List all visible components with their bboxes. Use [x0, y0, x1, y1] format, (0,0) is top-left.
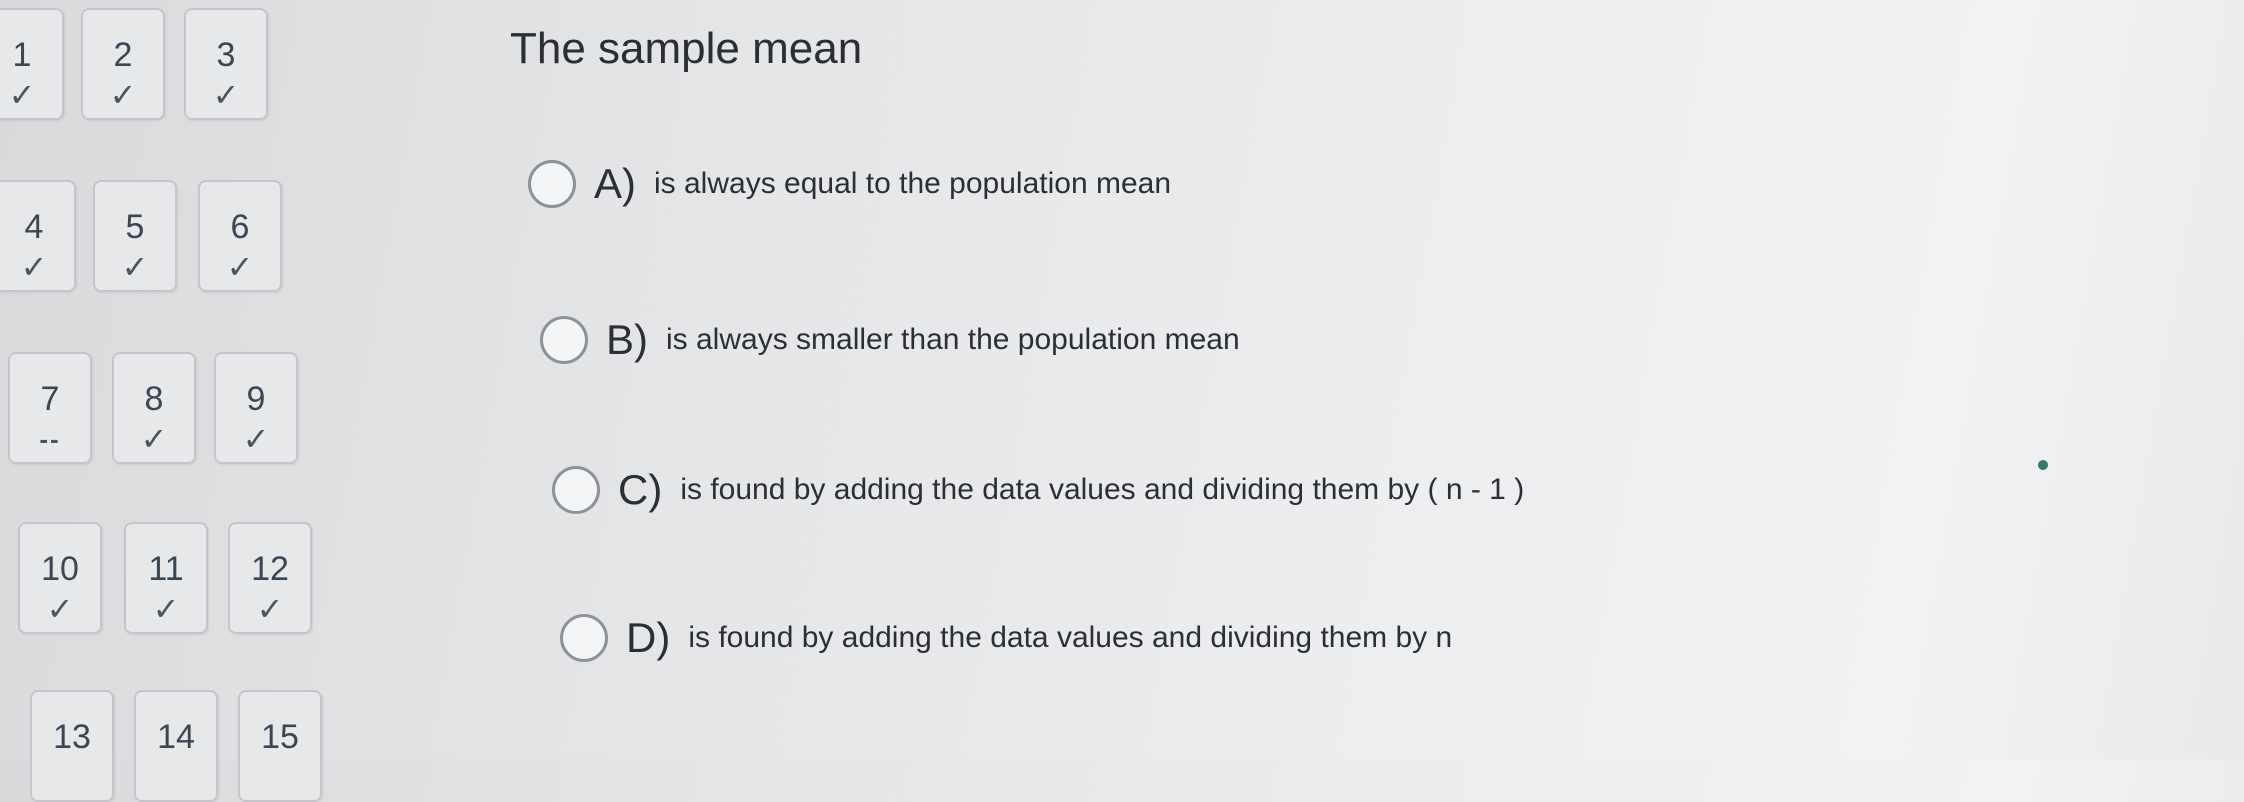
- option-letter: D): [626, 614, 671, 661]
- question-tile-8[interactable]: 8 ✓: [112, 352, 196, 464]
- question-number: 11: [148, 550, 184, 588]
- question-navigator: 1 ✓ 2 ✓ 3 ✓ 4 ✓ 5 ✓ 6 ✓ 7 -- 8 ✓ 9 ✓ 10 …: [0, 0, 322, 802]
- question-tile-5[interactable]: 5 ✓: [93, 180, 177, 292]
- answered-check-icon: ✓: [256, 591, 284, 627]
- question-number: 2: [113, 36, 133, 74]
- answered-check-icon: ✓: [140, 421, 168, 457]
- question-number: 13: [53, 718, 91, 756]
- unanswered-dash-icon: --: [39, 424, 61, 454]
- question-tile-3[interactable]: 3 ✓: [184, 8, 268, 120]
- answered-check-icon: ✓: [46, 591, 74, 627]
- answered-check-icon: ✓: [109, 77, 137, 113]
- question-tile-10[interactable]: 10 ✓: [18, 522, 102, 634]
- question-title: The sample mean: [510, 24, 863, 73]
- question-number: 6: [230, 208, 250, 246]
- answered-check-icon: ✓: [242, 421, 270, 457]
- question-tile-4[interactable]: 4 ✓: [0, 180, 76, 292]
- option-b[interactable]: B) is always smaller than the population…: [540, 312, 1240, 368]
- option-text: is found by adding the data values and d…: [688, 621, 1453, 654]
- question-tile-2[interactable]: 2 ✓: [81, 8, 165, 120]
- option-letter: B): [606, 316, 648, 363]
- option-letter: A): [594, 160, 636, 207]
- radio-button-icon[interactable]: [560, 614, 608, 662]
- answered-check-icon: ✓: [152, 591, 180, 627]
- question-tile-1[interactable]: 1 ✓: [0, 8, 64, 120]
- radio-button-icon[interactable]: [528, 160, 576, 208]
- answered-check-icon: ✓: [212, 77, 240, 113]
- option-a[interactable]: A) is always equal to the population mea…: [528, 156, 1171, 212]
- question-tile-15[interactable]: 15: [238, 690, 322, 802]
- option-letter: C): [618, 466, 663, 513]
- radio-button-icon[interactable]: [552, 466, 600, 514]
- option-d[interactable]: D) is found by adding the data values an…: [560, 610, 1452, 666]
- option-text: is found by adding the data values and d…: [680, 473, 1525, 506]
- answered-check-icon: ✓: [8, 77, 36, 113]
- status-mark: [136, 762, 216, 792]
- question-number: 1: [12, 36, 32, 74]
- question-tile-9[interactable]: 9 ✓: [214, 352, 298, 464]
- question-number: 7: [40, 380, 60, 418]
- question-number: 10: [41, 550, 79, 588]
- question-number: 4: [24, 208, 44, 246]
- question-tile-7[interactable]: 7 --: [8, 352, 92, 464]
- option-c[interactable]: C) is found by adding the data values an…: [552, 462, 1524, 518]
- status-mark: [32, 762, 112, 792]
- option-text: is always smaller than the population me…: [666, 323, 1240, 356]
- question-number: 3: [216, 36, 236, 74]
- question-number: 8: [144, 380, 164, 418]
- option-text: is always equal to the population mean: [654, 167, 1172, 200]
- question-tile-12[interactable]: 12 ✓: [228, 522, 312, 634]
- question-tile-13[interactable]: 13: [30, 690, 114, 802]
- question-number: 5: [125, 208, 145, 246]
- radio-button-icon[interactable]: [540, 316, 588, 364]
- cursor-dot-icon: [2038, 460, 2048, 470]
- answered-check-icon: ✓: [121, 249, 149, 285]
- question-number: 14: [157, 718, 195, 756]
- question-tile-11[interactable]: 11 ✓: [124, 522, 208, 634]
- question-number: 9: [246, 380, 266, 418]
- answered-check-icon: ✓: [226, 249, 254, 285]
- question-number: 15: [261, 718, 299, 756]
- status-mark: [240, 762, 320, 792]
- question-tile-14[interactable]: 14: [134, 690, 218, 802]
- question-number: 12: [251, 550, 289, 588]
- answered-check-icon: ✓: [20, 249, 48, 285]
- question-tile-6[interactable]: 6 ✓: [198, 180, 282, 292]
